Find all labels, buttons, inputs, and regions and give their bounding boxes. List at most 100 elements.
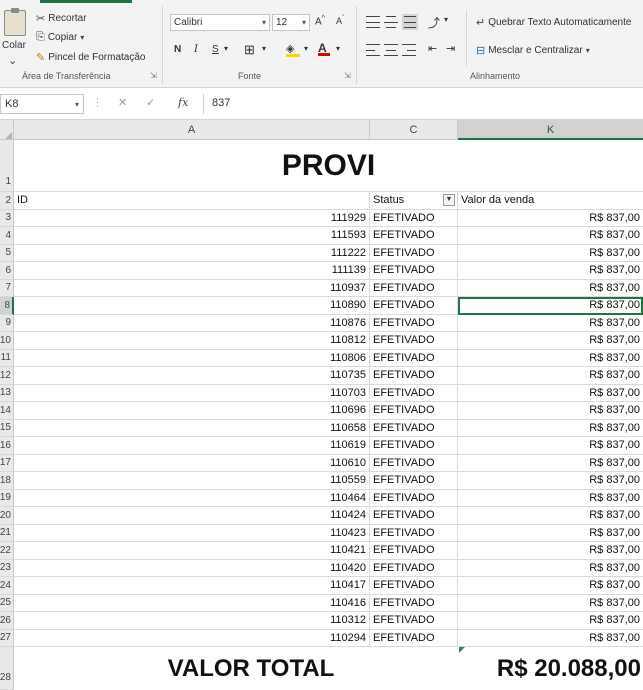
cell-id[interactable]: 110559 <box>14 472 370 490</box>
underline-button[interactable]: S <box>212 44 219 55</box>
cell-status[interactable]: EFETIVADO <box>370 612 458 630</box>
cell-status[interactable]: EFETIVADO <box>370 419 458 437</box>
cell-id[interactable]: 110658 <box>14 419 370 437</box>
insert-function-button[interactable]: fx <box>178 96 188 109</box>
row-header[interactable]: 6 <box>0 262 14 280</box>
cell-status[interactable]: EFETIVADO <box>370 629 458 647</box>
cell-id[interactable]: 110696 <box>14 402 370 420</box>
total-label[interactable]: VALOR TOTAL <box>14 647 458 690</box>
cell-valor[interactable]: R$ 837,00 <box>458 630 643 647</box>
row-header[interactable]: 4 <box>0 227 14 245</box>
cell-id[interactable]: 110806 <box>14 349 370 367</box>
paste-dropdown[interactable]: ⌄ <box>8 54 17 67</box>
row-header[interactable]: 18 <box>0 472 14 490</box>
row-header[interactable]: 10 <box>0 332 14 350</box>
cell-id[interactable]: 110735 <box>14 367 370 385</box>
cell-status[interactable]: EFETIVADO <box>370 279 458 297</box>
align-top-icon[interactable] <box>366 16 380 28</box>
cell-status[interactable]: EFETIVADO <box>370 559 458 577</box>
cell-valor[interactable]: R$ 837,00 <box>458 490 643 507</box>
cell-id[interactable]: 110703 <box>14 384 370 402</box>
cell-status[interactable]: EFETIVADO <box>370 244 458 262</box>
cell-id[interactable]: 110423 <box>14 524 370 542</box>
cell-id[interactable]: 110937 <box>14 279 370 297</box>
cell-status[interactable]: EFETIVADO <box>370 454 458 472</box>
align-left-icon[interactable] <box>366 44 380 56</box>
cell-status[interactable]: EFETIVADO <box>370 209 458 227</box>
row-header[interactable]: 15 <box>0 419 14 437</box>
cell-valor[interactable]: R$ 837,00 <box>458 525 643 542</box>
enter-icon[interactable]: ✓ <box>146 96 155 109</box>
format-painter-button[interactable]: ✎ Pincel de Formatação <box>36 51 146 64</box>
column-header-a[interactable]: A <box>14 120 370 140</box>
header-cell-status[interactable]: Status ▼ <box>370 192 458 210</box>
row-header[interactable]: 1 <box>0 140 14 192</box>
row-header[interactable]: 21 <box>0 524 14 542</box>
dialog-launcher-icon[interactable]: ⇲ <box>344 71 351 80</box>
cell-status[interactable]: EFETIVADO <box>370 507 458 525</box>
cell-valor[interactable]: R$ 837,00 <box>458 297 643 315</box>
row-header[interactable]: 2 <box>0 192 14 210</box>
cell-valor[interactable]: R$ 837,00 <box>458 560 643 577</box>
cell-id[interactable]: 110464 <box>14 489 370 507</box>
row-header[interactable]: 13 <box>0 384 14 402</box>
cell-id[interactable]: 110424 <box>14 507 370 525</box>
cell-valor[interactable]: R$ 837,00 <box>458 455 643 472</box>
row-header[interactable]: 24 <box>0 577 14 595</box>
row-header[interactable]: 11 <box>0 349 14 367</box>
row-header[interactable]: 19 <box>0 489 14 507</box>
copy-button[interactable]: ⎘ Copiar ▾ <box>36 31 84 44</box>
select-all-button[interactable] <box>0 120 14 140</box>
cell-status[interactable]: EFETIVADO <box>370 577 458 595</box>
align-middle-icon[interactable] <box>384 16 398 28</box>
wrap-text-button[interactable]: ↵ Quebrar Texto Automaticamente <box>476 16 631 29</box>
row-header[interactable]: 25 <box>0 594 14 612</box>
cell-valor[interactable]: R$ 837,00 <box>458 595 643 612</box>
header-cell-valor[interactable]: Valor da venda <box>458 192 643 210</box>
shrink-font-button[interactable]: Aˇ <box>336 15 344 26</box>
fill-color-icon[interactable]: ◈ <box>286 42 300 57</box>
row-header[interactable]: 14 <box>0 402 14 420</box>
font-color-icon[interactable]: A <box>318 41 330 56</box>
row-header[interactable]: 7 <box>0 279 14 297</box>
cell-status[interactable]: EFETIVADO <box>370 367 458 385</box>
cell-status[interactable]: EFETIVADO <box>370 349 458 367</box>
cell-valor[interactable]: R$ 837,00 <box>458 332 643 350</box>
cancel-icon[interactable]: ✕ <box>118 96 127 109</box>
cell-id[interactable]: 111222 <box>14 244 370 262</box>
cell-status[interactable]: EFETIVADO <box>370 542 458 560</box>
cell-id[interactable]: 110619 <box>14 437 370 455</box>
cell-valor[interactable]: R$ 837,00 <box>458 350 643 367</box>
cell-valor[interactable]: R$ 837,00 <box>458 542 643 560</box>
align-right-icon[interactable] <box>402 44 416 56</box>
cell-id[interactable]: 110610 <box>14 454 370 472</box>
cell-status[interactable]: EFETIVADO <box>370 227 458 245</box>
cell-id[interactable]: 110421 <box>14 542 370 560</box>
cell-valor[interactable]: R$ 837,00 <box>458 227 643 245</box>
cell-valor[interactable]: R$ 837,00 <box>458 245 643 262</box>
align-bottom-icon[interactable] <box>402 14 418 30</box>
cell-valor[interactable]: R$ 837,00 <box>458 420 643 437</box>
cell-status[interactable]: EFETIVADO <box>370 332 458 350</box>
cell-valor[interactable]: R$ 837,00 <box>458 402 643 420</box>
row-header[interactable]: 17 <box>0 454 14 472</box>
cell-valor[interactable]: R$ 837,00 <box>458 577 643 595</box>
cell-status[interactable]: EFETIVADO <box>370 437 458 455</box>
row-header[interactable]: 5 <box>0 244 14 262</box>
bold-button[interactable]: N <box>174 44 181 55</box>
paste-button[interactable]: Colar <box>2 40 26 51</box>
row-header[interactable]: 26 <box>0 612 14 630</box>
borders-icon[interactable]: ⊞ <box>244 42 255 58</box>
cell-status[interactable]: EFETIVADO <box>370 262 458 280</box>
italic-button[interactable]: I <box>194 44 198 55</box>
underline-dropdown[interactable]: ▾ <box>224 44 228 53</box>
cell-id[interactable]: 110312 <box>14 612 370 630</box>
title-cell[interactable]: PROVI <box>14 140 643 192</box>
name-box[interactable]: K8 ▾ <box>0 94 84 114</box>
cell-status[interactable]: EFETIVADO <box>370 594 458 612</box>
align-center-icon[interactable] <box>384 44 398 56</box>
grow-font-button[interactable]: A^ <box>315 15 325 27</box>
cell-status[interactable]: EFETIVADO <box>370 314 458 332</box>
row-header[interactable]: 9 <box>0 314 14 332</box>
cell-id[interactable]: 111929 <box>14 209 370 227</box>
